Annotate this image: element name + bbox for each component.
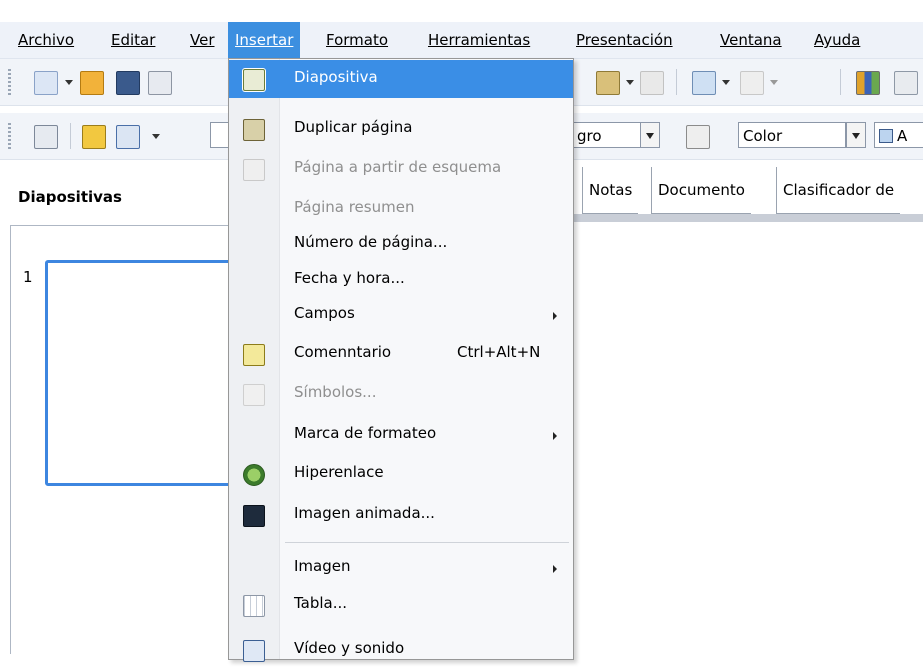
menu-item-marca-formateo[interactable]: Marca de formateo: [229, 416, 573, 454]
menu-item-video-sonido[interactable]: Vídeo y sonido: [229, 631, 573, 669]
line-style-combo[interactable]: [210, 122, 230, 148]
chevron-down-icon[interactable]: [152, 134, 160, 139]
menu-item-imagen[interactable]: Imagen: [229, 549, 573, 587]
open-folder-icon[interactable]: [80, 71, 104, 95]
toolbar-separator: [676, 69, 677, 95]
menu-archivo[interactable]: Archivo: [18, 22, 74, 58]
new-document-icon[interactable]: [34, 71, 58, 95]
tab-notas[interactable]: Notas: [582, 167, 639, 214]
chevron-down-icon[interactable]: [626, 80, 634, 85]
menu-formato[interactable]: Formato: [326, 22, 388, 58]
insert-menu: Diapositiva Duplicar página Página a par…: [228, 58, 574, 662]
slide-number: 1: [23, 268, 33, 286]
menu-editar[interactable]: Editar: [111, 22, 155, 58]
submenu-arrow-icon: [553, 432, 557, 440]
animated-image-icon: [243, 505, 265, 527]
menu-item-imagen-animada[interactable]: Imagen animada...: [229, 496, 573, 534]
area-style-combo[interactable]: Color: [738, 122, 846, 148]
menu-bar: Archivo Editar Ver Insertar Formato Herr…: [0, 22, 923, 59]
menu-separator: [285, 542, 569, 543]
menu-item-comentario[interactable]: Comenntario Ctrl+Alt+N: [229, 335, 573, 373]
fill-bucket-icon[interactable]: [686, 125, 710, 149]
chevron-down-icon[interactable]: [65, 80, 73, 85]
clone-formatting-icon[interactable]: [640, 71, 664, 95]
menu-herramientas[interactable]: Herramientas: [428, 22, 530, 58]
menu-ayuda[interactable]: Ayuda: [814, 22, 860, 58]
chevron-down-icon[interactable]: [722, 80, 730, 85]
toolbar-separator: [70, 123, 71, 149]
slide-icon: [243, 69, 265, 91]
line-color-dropdown-button[interactable]: [640, 122, 660, 148]
chevron-down-icon[interactable]: [770, 80, 778, 85]
email-icon[interactable]: [148, 71, 172, 95]
slides-pane-title: Diapositivas: [18, 188, 122, 206]
table-icon: [243, 595, 265, 617]
menu-item-duplicar-pagina[interactable]: Duplicar página: [229, 110, 573, 148]
outline-page-icon: [243, 159, 265, 181]
table-icon[interactable]: [894, 71, 918, 95]
fill-color-combo[interactable]: A: [874, 122, 923, 148]
toolbar-separator: [840, 69, 841, 95]
line-color-combo[interactable]: gro: [572, 122, 642, 148]
slide-layout-icon[interactable]: [34, 125, 58, 149]
hyperlink-icon: [243, 464, 265, 486]
area-style-dropdown-button[interactable]: [846, 122, 866, 148]
menu-item-fecha-hora[interactable]: Fecha y hora...: [229, 261, 573, 299]
menu-ventana[interactable]: Ventana: [720, 22, 782, 58]
symbols-icon: [243, 384, 265, 406]
undo-icon[interactable]: [692, 71, 716, 95]
save-icon[interactable]: [116, 71, 140, 95]
menu-item-tabla[interactable]: Tabla...: [229, 586, 573, 624]
menu-ver[interactable]: Ver: [190, 22, 215, 58]
arrow-style-icon[interactable]: [116, 125, 140, 149]
toolbar-grip[interactable]: [8, 69, 11, 95]
chart-icon[interactable]: [856, 71, 880, 95]
comment-icon: [243, 344, 265, 366]
menu-item-simbolos[interactable]: Símbolos...: [229, 375, 573, 413]
menu-item-pagina-resumen[interactable]: Página resumen: [229, 190, 573, 228]
menu-insertar[interactable]: Insertar: [228, 22, 301, 58]
paste-icon[interactable]: [596, 71, 620, 95]
toolbar-grip[interactable]: [8, 123, 11, 149]
menu-item-campos[interactable]: Campos: [229, 296, 573, 334]
menu-item-pagina-esquema[interactable]: Página a partir de esquema: [229, 150, 573, 188]
tab-clasificador[interactable]: Clasificador de: [776, 167, 901, 214]
media-icon: [243, 640, 265, 662]
tab-strip-border: [572, 214, 923, 222]
menu-item-numero-pagina[interactable]: Número de página...: [229, 225, 573, 263]
color-swatch: [879, 129, 893, 143]
line-style-icon[interactable]: [82, 125, 106, 149]
redo-icon[interactable]: [740, 71, 764, 95]
menu-item-hiperenlace[interactable]: Hiperenlace: [229, 455, 573, 493]
duplicate-page-icon: [243, 119, 265, 141]
submenu-arrow-icon: [553, 565, 557, 573]
submenu-arrow-icon: [553, 312, 557, 320]
menu-item-diapositiva[interactable]: Diapositiva: [229, 60, 573, 98]
slide-thumbnail[interactable]: [45, 260, 245, 486]
menu-presentacion[interactable]: Presentación: [576, 22, 673, 58]
tab-documento[interactable]: Documento: [651, 167, 751, 214]
